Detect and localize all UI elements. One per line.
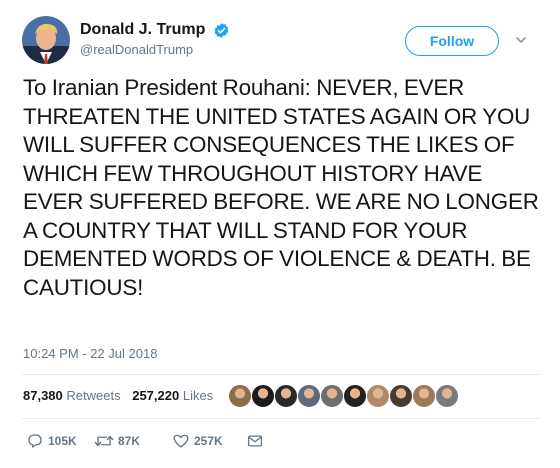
reply-button[interactable]: 105K xyxy=(26,430,77,450)
retweets-label: Retweets xyxy=(66,388,121,403)
likes-count: 257,220 xyxy=(132,388,180,403)
chevron-down-icon[interactable] xyxy=(514,33,528,47)
retweet-icon xyxy=(94,435,114,447)
heart-icon xyxy=(173,434,189,448)
tweet-header: Donald J. Trump @realDonaldTrump Follow xyxy=(22,16,542,72)
likes-label: Likes xyxy=(182,388,214,403)
reply-icon xyxy=(28,434,42,448)
retweet-count: 87K xyxy=(118,433,141,448)
profile-photo-icon xyxy=(22,16,70,64)
reply-count: 105K xyxy=(48,433,77,448)
liker-avatar[interactable] xyxy=(320,384,344,408)
follow-button[interactable]: Follow xyxy=(405,26,499,56)
direct-message-button[interactable] xyxy=(246,430,264,450)
author-avatar[interactable] xyxy=(22,16,70,64)
like-button[interactable]: 257K xyxy=(172,430,223,450)
liker-avatar[interactable] xyxy=(274,384,298,408)
liker-avatar[interactable] xyxy=(389,384,413,408)
author-handle[interactable]: @realDonaldTrump xyxy=(80,42,230,57)
retweets-count: 87,380 xyxy=(23,388,63,403)
envelope-icon xyxy=(247,435,263,447)
liker-avatar[interactable] xyxy=(251,384,275,408)
tweet-card: Donald J. Trump @realDonaldTrump Follow … xyxy=(0,0,560,468)
likes-stat[interactable]: 257,220 Likes xyxy=(132,386,213,406)
verified-badge-icon xyxy=(214,22,229,38)
author-display-name[interactable]: Donald J. Trump xyxy=(80,21,205,39)
tweet-timestamp[interactable]: 10:24 PM - 22 Jul 2018 xyxy=(23,346,157,361)
liker-avatar[interactable] xyxy=(297,384,321,408)
liker-avatar[interactable] xyxy=(228,384,252,408)
retweets-stat[interactable]: 87,380 Retweets xyxy=(23,386,121,406)
author-name-block: Donald J. Trump @realDonaldTrump xyxy=(80,21,230,57)
divider xyxy=(22,418,540,419)
liker-avatar[interactable] xyxy=(435,384,459,408)
tweet-stats: 87,380 Retweets 257,220 Likes xyxy=(23,386,213,406)
like-count: 257K xyxy=(194,433,223,448)
liker-avatar[interactable] xyxy=(412,384,436,408)
liker-avatar[interactable] xyxy=(366,384,390,408)
tweet-text: To Iranian President Rouhani: NEVER, EVE… xyxy=(23,75,539,300)
liker-avatar[interactable] xyxy=(343,384,367,408)
retweet-button[interactable]: 87K xyxy=(94,430,140,450)
divider xyxy=(22,374,540,375)
